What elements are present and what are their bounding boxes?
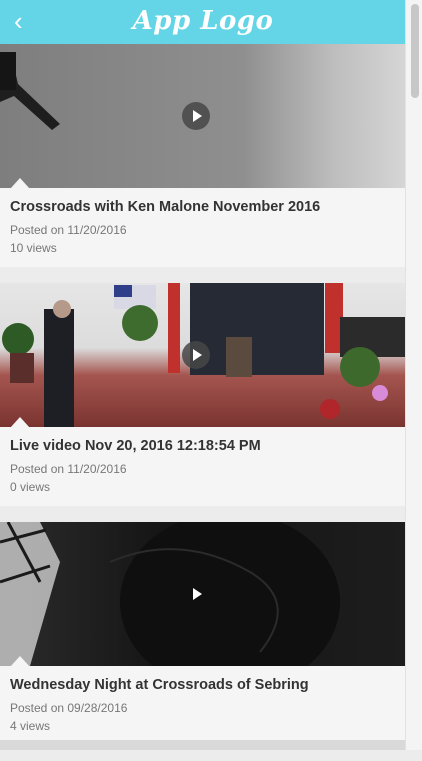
card-notch (10, 417, 30, 427)
play-icon[interactable] (182, 102, 210, 130)
video-thumbnail[interactable] (0, 283, 406, 427)
view-count: 10 views (10, 241, 57, 255)
scrollbar[interactable] (405, 0, 422, 750)
video-title[interactable]: Crossroads with Ken Malone November 2016 (10, 199, 396, 215)
posted-date: Posted on 11/20/2016 (10, 462, 127, 476)
video-title[interactable]: Wednesday Night at Crossroads of Sebring (10, 677, 396, 693)
app-logo: App Logo (132, 6, 274, 36)
card-notch (10, 178, 30, 188)
video-card[interactable]: Crossroads with Ken Malone November 2016… (0, 44, 406, 267)
video-feed: Crossroads with Ken Malone November 2016… (0, 44, 406, 761)
video-thumbnail[interactable] (0, 522, 406, 666)
posted-date: Posted on 11/20/2016 (10, 223, 127, 237)
bottom-edge (0, 740, 406, 750)
video-info: Live video Nov 20, 2016 12:18:54 PM Post… (0, 427, 406, 506)
card-notch (10, 656, 30, 666)
app-header: ‹ App Logo (0, 0, 406, 44)
scrollbar-thumb[interactable] (411, 4, 419, 98)
video-card[interactable]: Wednesday Night at Crossroads of Sebring… (0, 522, 406, 745)
play-icon[interactable] (182, 341, 210, 369)
video-card[interactable]: Live video Nov 20, 2016 12:18:54 PM Post… (0, 283, 406, 506)
video-thumbnail[interactable] (0, 44, 406, 188)
video-info: Wednesday Night at Crossroads of Sebring… (0, 666, 406, 745)
video-info: Crossroads with Ken Malone November 2016… (0, 188, 406, 267)
posted-date: Posted on 09/28/2016 (10, 701, 128, 715)
video-title[interactable]: Live video Nov 20, 2016 12:18:54 PM (10, 438, 396, 454)
view-count: 0 views (10, 480, 51, 494)
view-count: 4 views (10, 719, 51, 733)
play-icon[interactable] (182, 580, 210, 608)
